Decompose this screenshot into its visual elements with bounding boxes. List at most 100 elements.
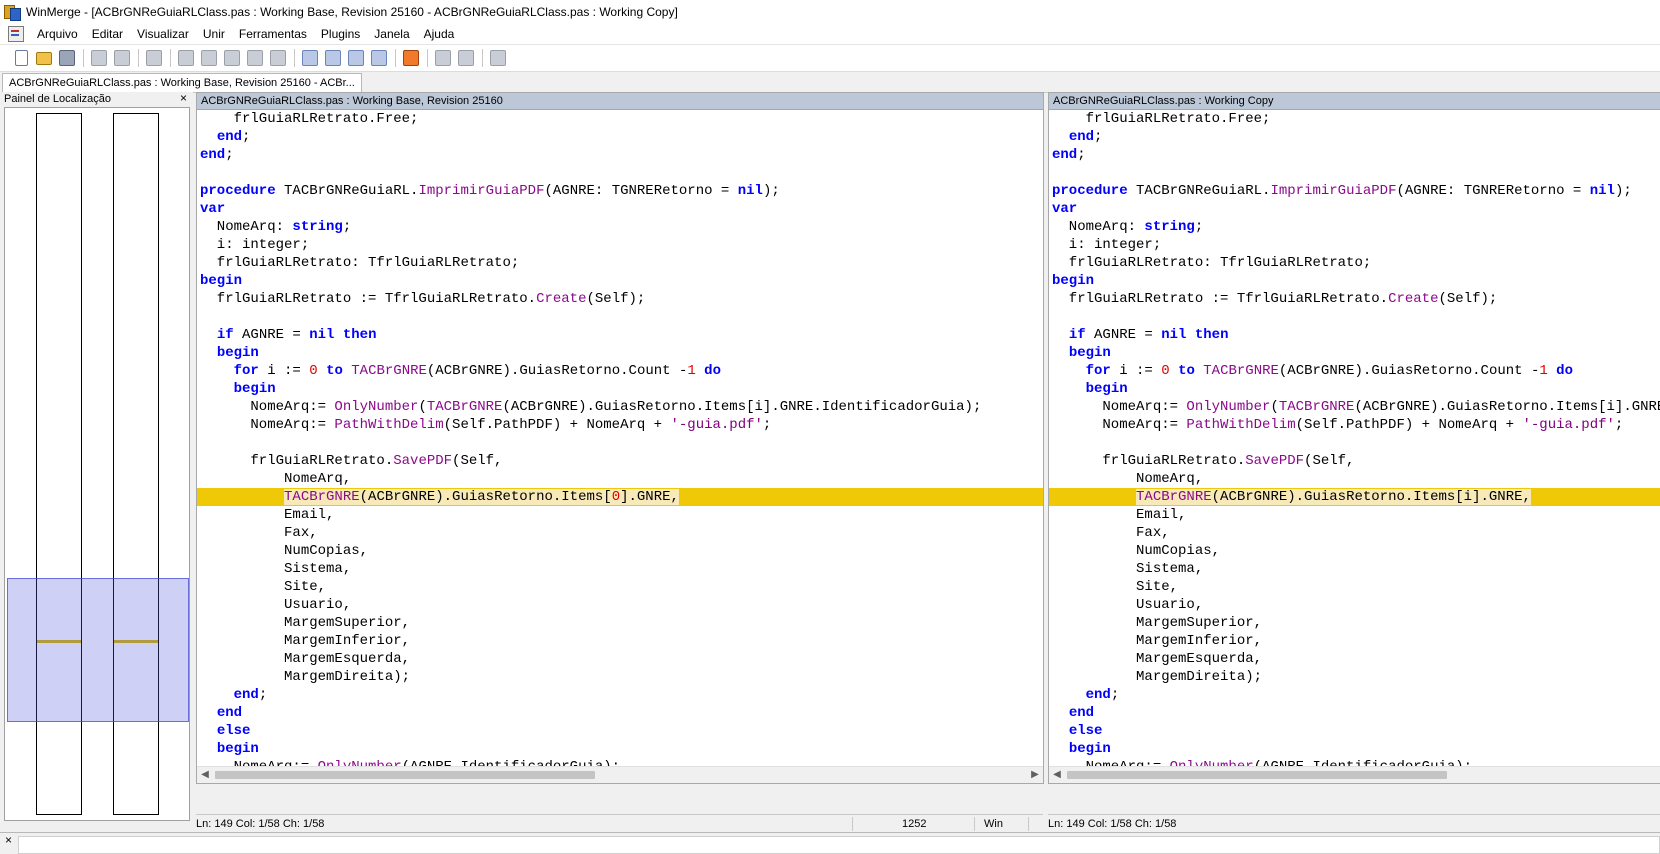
code-line[interactable]: end; — [197, 128, 1043, 146]
code-line[interactable]: begin — [1049, 344, 1660, 362]
toggle-lines-icon[interactable] — [143, 47, 165, 69]
code-line[interactable]: NomeArq:= OnlyNumber(AGNRE.Identificador… — [197, 758, 1043, 766]
diff-detail-pane[interactable] — [18, 836, 1660, 854]
winmerge-logo-icon[interactable] — [4, 4, 21, 21]
code-line[interactable]: Usuario, — [197, 596, 1043, 614]
current-diff-icon[interactable] — [244, 47, 266, 69]
code-line[interactable]: NomeArq:= OnlyNumber(TACBrGNRE(ACBrGNRE)… — [197, 398, 1043, 416]
code-line[interactable]: frlGuiaRLRetrato.Free; — [1049, 110, 1660, 128]
code-line[interactable]: Fax, — [1049, 524, 1660, 542]
code-line[interactable]: frlGuiaRLRetrato.SavePDF(Self, — [197, 452, 1043, 470]
code-line[interactable]: NomeArq:= OnlyNumber(AGNRE.Identificador… — [1049, 758, 1660, 766]
code-line[interactable]: frlGuiaRLRetrato := TfrlGuiaRLRetrato.Cr… — [1049, 290, 1660, 308]
code-line[interactable]: begin — [197, 344, 1043, 362]
scroll-right-icon[interactable]: ▶ — [1027, 767, 1043, 783]
code-line[interactable]: Usuario, — [1049, 596, 1660, 614]
last-diff-icon[interactable] — [267, 47, 289, 69]
code-line[interactable]: NomeArq:= OnlyNumber(TACBrGNRE(ACBrGNRE)… — [1049, 398, 1660, 416]
code-line[interactable]: NomeArq: string; — [197, 218, 1043, 236]
code-line[interactable] — [197, 164, 1043, 182]
code-line[interactable]: else — [1049, 722, 1660, 740]
menu-ferramentas[interactable]: Ferramentas — [232, 24, 314, 44]
options-icon[interactable] — [400, 47, 422, 69]
scroll-left-icon[interactable]: ◀ — [1049, 767, 1065, 783]
right-code-view[interactable]: frlGuiaRLRetrato.Free; end; end; procedure… — [1049, 110, 1660, 766]
menu-editar[interactable]: Editar — [85, 24, 130, 44]
code-line[interactable]: end; — [1049, 146, 1660, 164]
code-line[interactable]: MargemDireita); — [1049, 668, 1660, 686]
diff-line[interactable]: TACBrGNRE(ACBrGNRE).GuiasRetorno.Items[i… — [1049, 488, 1660, 506]
code-line[interactable]: MargemSuperior, — [1049, 614, 1660, 632]
new-file-icon[interactable] — [10, 47, 32, 69]
document-tab[interactable]: ACBrGNReGuiaRLClass.pas : Working Base, … — [2, 73, 362, 92]
location-viewport-indicator[interactable] — [7, 578, 189, 722]
code-line[interactable] — [1049, 164, 1660, 182]
code-line[interactable]: procedure TACBrGNReGuiaRL.ImprimirGuiaPD… — [1049, 182, 1660, 200]
document-menu-icon[interactable] — [8, 26, 24, 42]
diff-line[interactable]: TACBrGNRE(ACBrGNRE).GuiasRetorno.Items[0… — [197, 488, 1043, 506]
code-line[interactable] — [1049, 434, 1660, 452]
code-line[interactable]: MargemDireita); — [197, 668, 1043, 686]
menu-ajuda[interactable]: Ajuda — [417, 24, 462, 44]
menu-visualizar[interactable]: Visualizar — [130, 24, 196, 44]
first-diff-icon[interactable] — [221, 47, 243, 69]
code-line[interactable]: Sistema, — [1049, 560, 1660, 578]
copy-right-icon[interactable] — [322, 47, 344, 69]
code-line[interactable]: for i := 0 to TACBrGNRE(ACBrGNRE).GuiasR… — [1049, 362, 1660, 380]
next-diff-icon[interactable] — [175, 47, 197, 69]
code-line[interactable]: if AGNRE = nil then — [197, 326, 1043, 344]
scroll-thumb[interactable] — [215, 771, 595, 779]
left-horizontal-scrollbar[interactable]: ◀ ▶ — [197, 766, 1043, 783]
zoom-out-icon[interactable] — [455, 47, 477, 69]
code-line[interactable]: var — [1049, 200, 1660, 218]
code-line[interactable]: if AGNRE = nil then — [1049, 326, 1660, 344]
code-line[interactable]: for i := 0 to TACBrGNRE(ACBrGNRE).GuiasR… — [197, 362, 1043, 380]
location-map[interactable] — [4, 107, 190, 821]
redo-icon[interactable] — [111, 47, 133, 69]
refresh-icon[interactable] — [487, 47, 509, 69]
scroll-left-icon[interactable]: ◀ — [197, 767, 213, 783]
zoom-in-icon[interactable] — [432, 47, 454, 69]
code-line[interactable] — [197, 308, 1043, 326]
code-line[interactable]: NomeArq, — [1049, 470, 1660, 488]
code-line[interactable]: Sistema, — [197, 560, 1043, 578]
code-line[interactable]: i: integer; — [197, 236, 1043, 254]
code-line[interactable]: MargemInferior, — [197, 632, 1043, 650]
code-line[interactable]: frlGuiaRLRetrato: TfrlGuiaRLRetrato; — [1049, 254, 1660, 272]
close-icon[interactable]: × — [5, 833, 12, 847]
code-line[interactable]: NumCopias, — [197, 542, 1043, 560]
code-line[interactable]: end; — [1049, 686, 1660, 704]
copy-right-advance-icon[interactable] — [345, 47, 367, 69]
code-line[interactable]: Site, — [197, 578, 1043, 596]
code-line[interactable]: frlGuiaRLRetrato := TfrlGuiaRLRetrato.Cr… — [197, 290, 1043, 308]
code-line[interactable]: MargemSuperior, — [197, 614, 1043, 632]
right-horizontal-scrollbar[interactable]: ◀ — [1049, 766, 1660, 783]
code-line[interactable] — [1049, 308, 1660, 326]
code-line[interactable]: Email, — [1049, 506, 1660, 524]
undo-icon[interactable] — [88, 47, 110, 69]
code-line[interactable]: Email, — [197, 506, 1043, 524]
code-line[interactable]: i: integer; — [1049, 236, 1660, 254]
code-line[interactable]: MargemEsquerda, — [1049, 650, 1660, 668]
code-line[interactable] — [197, 434, 1043, 452]
code-line[interactable]: NumCopias, — [1049, 542, 1660, 560]
menu-arquivo[interactable]: Arquivo — [30, 24, 85, 44]
copy-left-advance-icon[interactable] — [368, 47, 390, 69]
code-line[interactable]: end; — [197, 146, 1043, 164]
menu-unir[interactable]: Unir — [196, 24, 232, 44]
code-line[interactable]: MargemEsquerda, — [197, 650, 1043, 668]
code-line[interactable]: NomeArq: string; — [1049, 218, 1660, 236]
code-line[interactable]: begin — [197, 380, 1043, 398]
code-line[interactable]: begin — [1049, 740, 1660, 758]
code-line[interactable]: frlGuiaRLRetrato.SavePDF(Self, — [1049, 452, 1660, 470]
code-line[interactable]: end; — [1049, 128, 1660, 146]
code-line[interactable]: Site, — [1049, 578, 1660, 596]
code-line[interactable]: begin — [197, 740, 1043, 758]
code-line[interactable]: var — [197, 200, 1043, 218]
menu-plugins[interactable]: Plugins — [314, 24, 367, 44]
code-line[interactable]: begin — [1049, 380, 1660, 398]
code-line[interactable]: else — [197, 722, 1043, 740]
code-line[interactable]: frlGuiaRLRetrato.Free; — [197, 110, 1043, 128]
save-icon[interactable] — [56, 47, 78, 69]
code-line[interactable]: end — [197, 704, 1043, 722]
